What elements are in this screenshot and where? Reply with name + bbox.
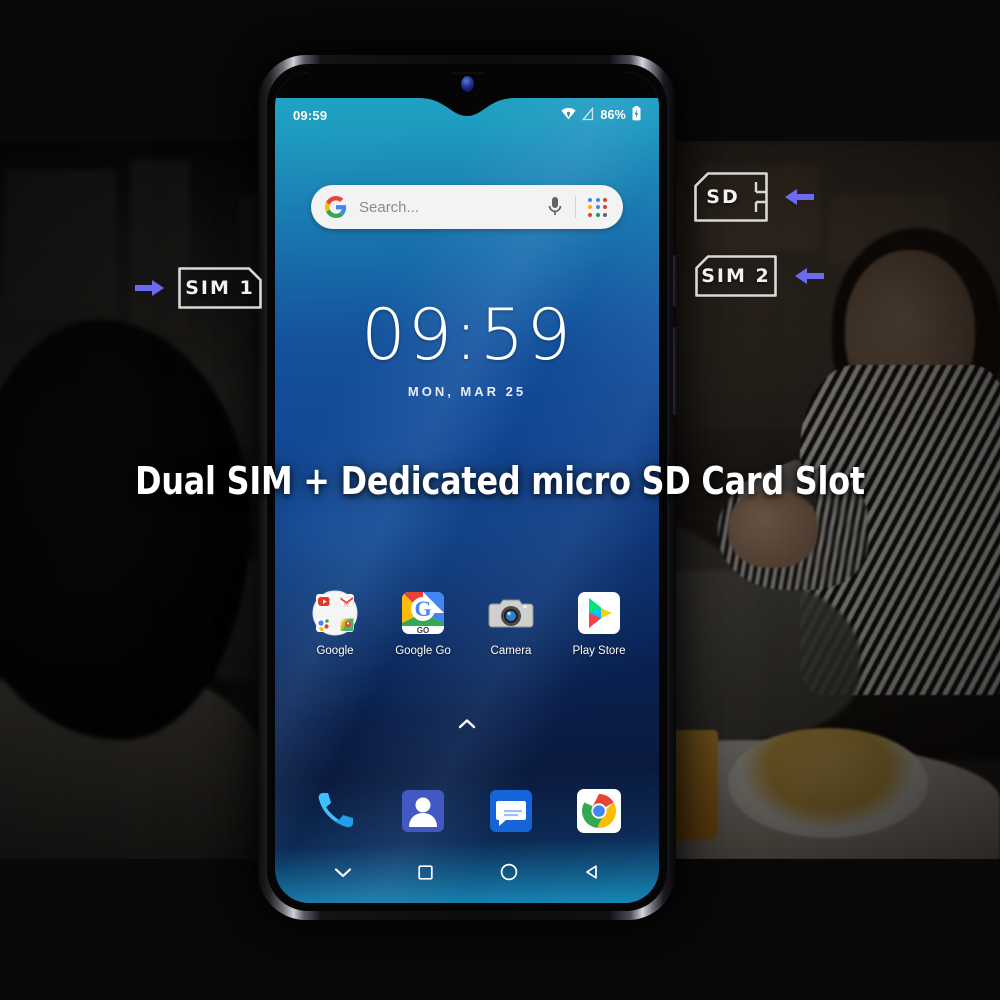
app-google-go[interactable]: GO G Google Go	[387, 590, 459, 657]
svg-text:G: G	[414, 596, 431, 621]
play-store-icon	[576, 590, 622, 636]
dock-contacts[interactable]	[387, 787, 459, 835]
app-camera[interactable]: Camera	[475, 590, 547, 657]
wifi-icon	[561, 107, 576, 123]
app-label: Google	[316, 645, 354, 657]
callout-sim2: SIM 2	[692, 252, 824, 300]
sim1-card-shape: SIM 1	[175, 264, 265, 312]
triangle-left-icon	[585, 865, 597, 879]
app-label: Camera	[490, 645, 532, 657]
arrow-left-icon	[794, 266, 824, 286]
google-search-bar[interactable]: Search...	[311, 185, 623, 229]
callout-sim1: SIM 1	[135, 264, 265, 312]
dock-messages[interactable]	[475, 787, 547, 835]
promo-banner: 09:59 86% Search... 09:59 MON, MAR 25 GO…	[0, 0, 1000, 1000]
google-apps-grid-icon[interactable]	[588, 197, 607, 217]
clock-date: MON, MAR 25	[407, 384, 527, 399]
arrow-right-icon	[135, 278, 165, 298]
google-folder-icon: GO	[312, 590, 358, 636]
sim1-label: SIM 1	[185, 277, 255, 299]
nav-home-button[interactable]	[499, 863, 518, 882]
chevron-down-icon	[334, 867, 351, 877]
chevron-up-icon	[458, 719, 476, 729]
status-time: 09:59	[293, 107, 328, 123]
battery-charging-icon	[632, 106, 641, 124]
dock-chrome[interactable]	[563, 787, 635, 835]
google-g-icon	[325, 196, 347, 218]
app-label: Play Store	[572, 645, 626, 657]
messages-icon	[487, 787, 535, 835]
svg-text:GO: GO	[344, 603, 350, 607]
battery-percent: 86%	[600, 108, 626, 122]
sd-card-shape: SD	[692, 170, 770, 224]
app-label: Google Go	[395, 645, 451, 657]
dock-phone[interactable]	[299, 787, 371, 835]
search-input-placeholder[interactable]: Search...	[359, 199, 547, 216]
no-signal-icon	[582, 106, 594, 124]
callout-sd: SD	[692, 170, 814, 224]
arrow-left-icon	[784, 187, 814, 207]
volume-button[interactable]	[673, 327, 677, 415]
sim2-card-shape: SIM 2	[692, 252, 780, 300]
search-divider	[575, 196, 576, 218]
square-icon	[418, 864, 433, 880]
svg-text:GO: GO	[417, 626, 429, 635]
nav-hide-button[interactable]	[333, 863, 352, 882]
app-drawer-handle[interactable]	[275, 717, 659, 732]
sd-label: SD	[706, 186, 740, 208]
app-google-folder[interactable]: GO Google	[299, 590, 371, 657]
nav-recents-button[interactable]	[416, 863, 435, 882]
clock-time: 09:59	[361, 294, 573, 376]
home-app-row: GO Google GO G Google Go Camera Play Sto…	[275, 590, 659, 657]
microphone-icon[interactable]	[547, 195, 563, 219]
status-bar: 09:59 86%	[275, 104, 659, 126]
app-play-store[interactable]: Play Store	[563, 590, 635, 657]
headline: Dual SIM + Dedicated micro SD Card Slot	[135, 459, 865, 503]
chrome-icon	[575, 787, 623, 835]
google-go-icon: GO G	[400, 590, 446, 636]
phone-icon	[311, 787, 359, 835]
front-camera-icon	[461, 76, 474, 92]
earpiece-speaker	[451, 72, 485, 74]
nav-back-button[interactable]	[582, 863, 601, 882]
clock-widget[interactable]: 09:59 MON, MAR 25	[275, 300, 659, 399]
navigation-bar	[275, 855, 659, 889]
circle-icon	[500, 863, 517, 881]
power-button[interactable]	[673, 255, 677, 307]
camera-icon	[488, 590, 534, 636]
contacts-icon	[399, 787, 447, 835]
sim2-label: SIM 2	[701, 265, 771, 287]
dock	[275, 787, 659, 835]
